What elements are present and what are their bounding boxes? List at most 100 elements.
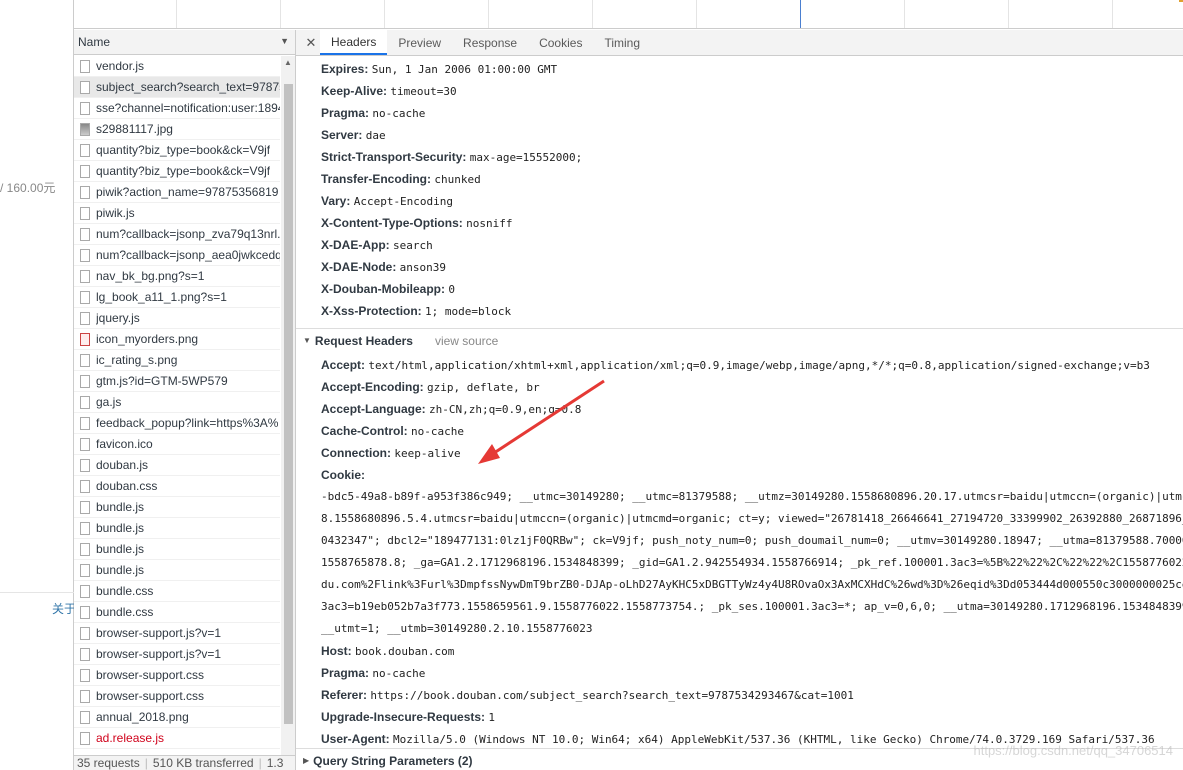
request-name: gtm.js?id=GTM-5WP579	[96, 374, 228, 388]
request-row[interactable]: browser-support.js?v=1	[74, 623, 280, 644]
tab-cookies[interactable]: Cookies	[528, 30, 593, 55]
file-icon	[80, 710, 90, 724]
request-row[interactable]: quantity?biz_type=book&ck=V9jf	[74, 140, 280, 161]
request-headers-section[interactable]: ▼ Request Headers view source	[296, 328, 1183, 352]
request-name: bundle.js	[96, 563, 145, 577]
header-name: X-DAE-App:	[321, 238, 390, 252]
scrollbar-thumb[interactable]	[284, 84, 293, 724]
file-icon	[80, 605, 90, 619]
request-name: bundle.css	[96, 605, 154, 619]
request-rows: vendor.js subject_search?search_text=9787…	[74, 56, 280, 749]
cookie-continuation: __utmt=1; __utmb=30149280.2.10.155877602…	[321, 622, 593, 635]
request-list-panel: Name ▼ vendor.js subject_search?search_te…	[74, 30, 296, 770]
network-overview-timeline[interactable]	[74, 0, 1183, 29]
request-row[interactable]: ga.js	[74, 392, 280, 413]
request-row[interactable]: browser-support.css	[74, 686, 280, 707]
header-line: Connection: keep-alive	[321, 444, 461, 462]
request-row[interactable]: jquery.js	[74, 308, 280, 329]
grid-line	[1112, 0, 1113, 28]
header-name: X-Douban-Mobileapp:	[321, 282, 445, 296]
file-icon	[80, 269, 90, 283]
file-icon	[80, 668, 90, 682]
grid-line	[488, 0, 489, 28]
request-row[interactable]: ad.release.js	[74, 728, 280, 749]
file-icon	[80, 353, 90, 367]
request-row[interactable]: gtm.js?id=GTM-5WP579	[74, 371, 280, 392]
grid-line	[1008, 0, 1009, 28]
divider	[0, 592, 74, 593]
grid-line	[280, 0, 281, 28]
request-row[interactable]: douban.js	[74, 455, 280, 476]
request-row[interactable]: icon_myorders.png	[74, 329, 280, 350]
header-name: Accept:	[321, 358, 366, 372]
tab-preview[interactable]: Preview	[387, 30, 452, 55]
sort-arrow-icon[interactable]: ▼	[280, 36, 289, 46]
header-name: Expires:	[321, 62, 369, 76]
view-source-link[interactable]: view source	[435, 334, 498, 348]
request-name: bundle.js	[96, 521, 145, 535]
request-row[interactable]: sse?channel=notification:user:1894	[74, 98, 280, 119]
file-icon	[80, 689, 90, 703]
request-row[interactable]: piwik?action_name=97875356819	[74, 182, 280, 203]
header-line: X-DAE-App: search	[321, 236, 433, 254]
about-link[interactable]: 关于	[52, 600, 76, 617]
header-name: Pragma:	[321, 666, 370, 680]
request-name: bundle.js	[96, 500, 145, 514]
close-icon[interactable]: ✕	[302, 30, 320, 55]
scroll-up-icon[interactable]: ▲	[284, 58, 292, 67]
request-row[interactable]: browser-support.css	[74, 665, 280, 686]
collapse-triangle-icon[interactable]: ▶	[303, 756, 309, 765]
request-row[interactable]: browser-support.js?v=1	[74, 644, 280, 665]
request-row[interactable]: lg_book_a11_1.png?s=1	[74, 287, 280, 308]
request-row[interactable]: num?callback=jsonp_aea0jwkcedq	[74, 245, 280, 266]
header-value: book.douban.com	[355, 645, 455, 658]
request-name: browser-support.css	[96, 689, 205, 703]
expand-triangle-icon[interactable]: ▼	[303, 336, 311, 345]
file-icon	[80, 584, 90, 598]
request-list-scrollbar[interactable]: ▲ ▼	[281, 56, 295, 768]
name-column-header[interactable]: Name ▼	[74, 30, 295, 55]
header-name: Host:	[321, 644, 352, 658]
request-row[interactable]: ic_rating_s.png	[74, 350, 280, 371]
request-row[interactable]: annual_2018.png	[74, 707, 280, 728]
request-row[interactable]: favicon.ico	[74, 434, 280, 455]
request-row[interactable]: quantity?biz_type=book&ck=V9jf	[74, 161, 280, 182]
broken-image-icon	[80, 332, 90, 346]
file-icon	[80, 437, 90, 451]
tab-headers[interactable]: Headers	[320, 30, 388, 55]
file-icon	[80, 395, 90, 409]
header-name: Keep-Alive:	[321, 84, 388, 98]
request-row[interactable]: douban.css	[74, 476, 280, 497]
tab-timing[interactable]: Timing	[593, 30, 651, 55]
request-row[interactable]: bundle.js	[74, 539, 280, 560]
tab-response[interactable]: Response	[452, 30, 528, 55]
file-icon	[80, 626, 90, 640]
request-row[interactable]: bundle.js	[74, 560, 280, 581]
request-row[interactable]: s29881117.jpg	[74, 119, 280, 140]
header-value: https://book.douban.com/subject_search?s…	[370, 689, 854, 702]
request-row[interactable]: bundle.css	[74, 581, 280, 602]
request-name: piwik?action_name=97875356819	[96, 185, 279, 199]
header-value: text/html,application/xhtml+xml,applicat…	[368, 359, 1150, 372]
request-row[interactable]: bundle.css	[74, 602, 280, 623]
request-row[interactable]: subject_search?search_text=97875	[74, 77, 280, 98]
request-row[interactable]: bundle.js	[74, 518, 280, 539]
file-icon	[80, 80, 90, 94]
request-row[interactable]: vendor.js	[74, 56, 280, 77]
header-value: gzip, deflate, br	[427, 381, 540, 394]
request-name: browser-support.js?v=1	[96, 647, 222, 661]
header-value: search	[393, 239, 433, 252]
cookie-continuation: 8.1558680896.5.4.utmcsr=baidu|utmccn=(or…	[321, 512, 1183, 525]
request-row[interactable]: piwik.js	[74, 203, 280, 224]
request-row[interactable]: nav_bk_bg.png?s=1	[74, 266, 280, 287]
request-row[interactable]: bundle.js	[74, 497, 280, 518]
header-name: Upgrade-Insecure-Requests:	[321, 710, 486, 724]
request-row[interactable]: feedback_popup?link=https%3A%	[74, 413, 280, 434]
watermark: https://blog.csdn.net/qq_34706514	[973, 743, 1174, 758]
header-line: X-Xss-Protection: 1; mode=block	[321, 302, 511, 320]
header-value: 1; mode=block	[425, 305, 512, 318]
header-line: Host: book.douban.com	[321, 642, 454, 660]
header-value: 0	[448, 283, 455, 296]
request-row[interactable]: num?callback=jsonp_zva79q13nrl.	[74, 224, 280, 245]
header-line: Accept-Language: zh-CN,zh;q=0.9,en;q=0.8	[321, 400, 581, 418]
